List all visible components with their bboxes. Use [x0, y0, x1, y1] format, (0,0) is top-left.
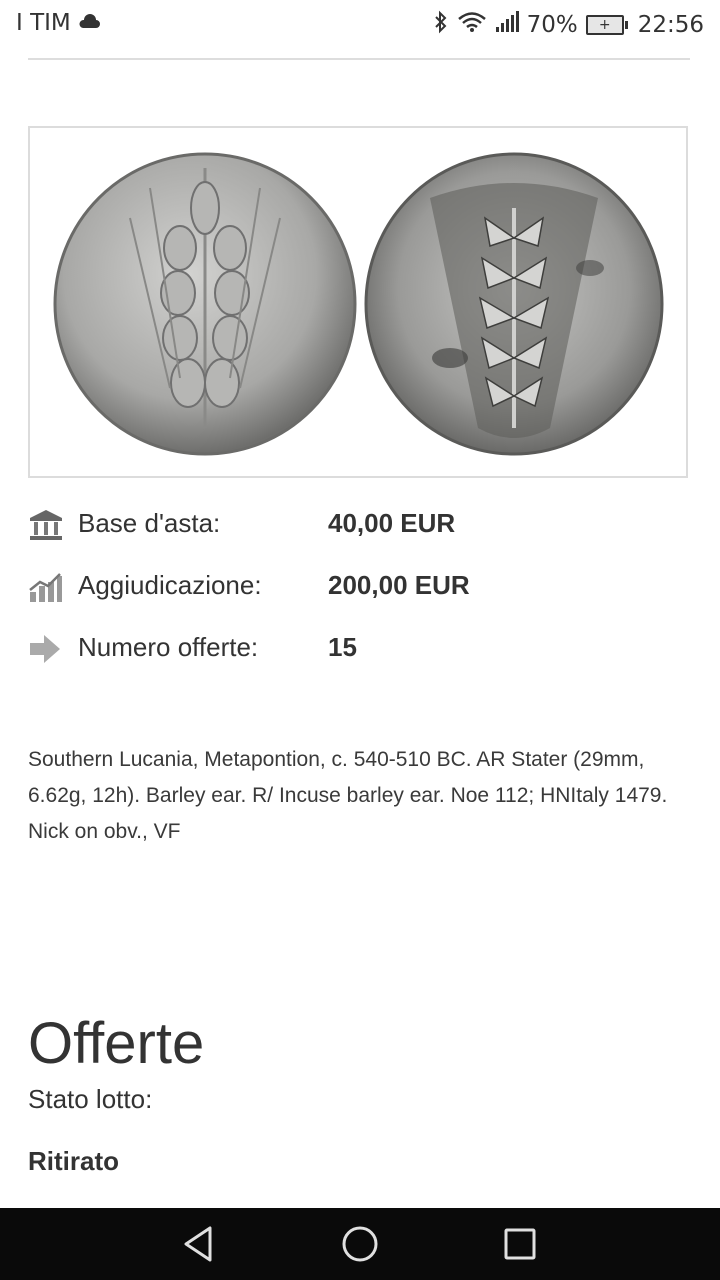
lot-status-label: Stato lotto: — [28, 1084, 153, 1114]
lot-description: Southern Lucania, Metapontion, c. 540-51… — [28, 748, 668, 843]
lot-image[interactable] — [28, 126, 688, 478]
coin-image — [53, 152, 664, 456]
info-value: 40,00 EUR — [328, 508, 456, 538]
info-row-aggiudicazione: Aggiudicazione: 200,00 EUR — [28, 568, 690, 608]
back-icon[interactable] — [178, 1222, 222, 1266]
info-value: 200,00 EUR — [328, 570, 470, 600]
recents-icon[interactable] — [498, 1222, 542, 1266]
offers-heading: Offerte — [28, 1011, 205, 1076]
coin-reverse — [364, 152, 664, 456]
coin-obverse — [53, 152, 357, 456]
header-divider — [28, 58, 690, 60]
carrier-label: I TIM — [16, 10, 71, 36]
info-value: 15 — [328, 632, 357, 662]
info-label: Aggiudicazione: — [78, 570, 262, 600]
battery-percent: 70% — [526, 12, 578, 38]
chart-icon — [28, 570, 64, 604]
bank-icon — [28, 508, 64, 542]
info-label: Numero offerte: — [78, 632, 259, 662]
bluetooth-icon — [433, 10, 449, 40]
home-icon[interactable] — [338, 1222, 382, 1266]
battery-icon: + — [585, 15, 628, 35]
wifi-icon — [457, 11, 487, 39]
system-nav-bar — [0, 1208, 720, 1280]
info-label: Base d'asta: — [78, 508, 221, 538]
lot-status-value: Ritirato — [28, 1146, 119, 1176]
clock: 22:56 — [637, 12, 704, 38]
cloud-icon — [77, 10, 101, 36]
signal-icon — [495, 11, 519, 39]
info-row-numero-offerte: Numero offerte: 15 — [28, 630, 690, 670]
status-bar: I TIM 70% + 22:56 — [0, 0, 720, 50]
arrow-right-icon — [28, 632, 64, 666]
info-row-base-asta: Base d'asta: 40,00 EUR — [28, 506, 690, 546]
